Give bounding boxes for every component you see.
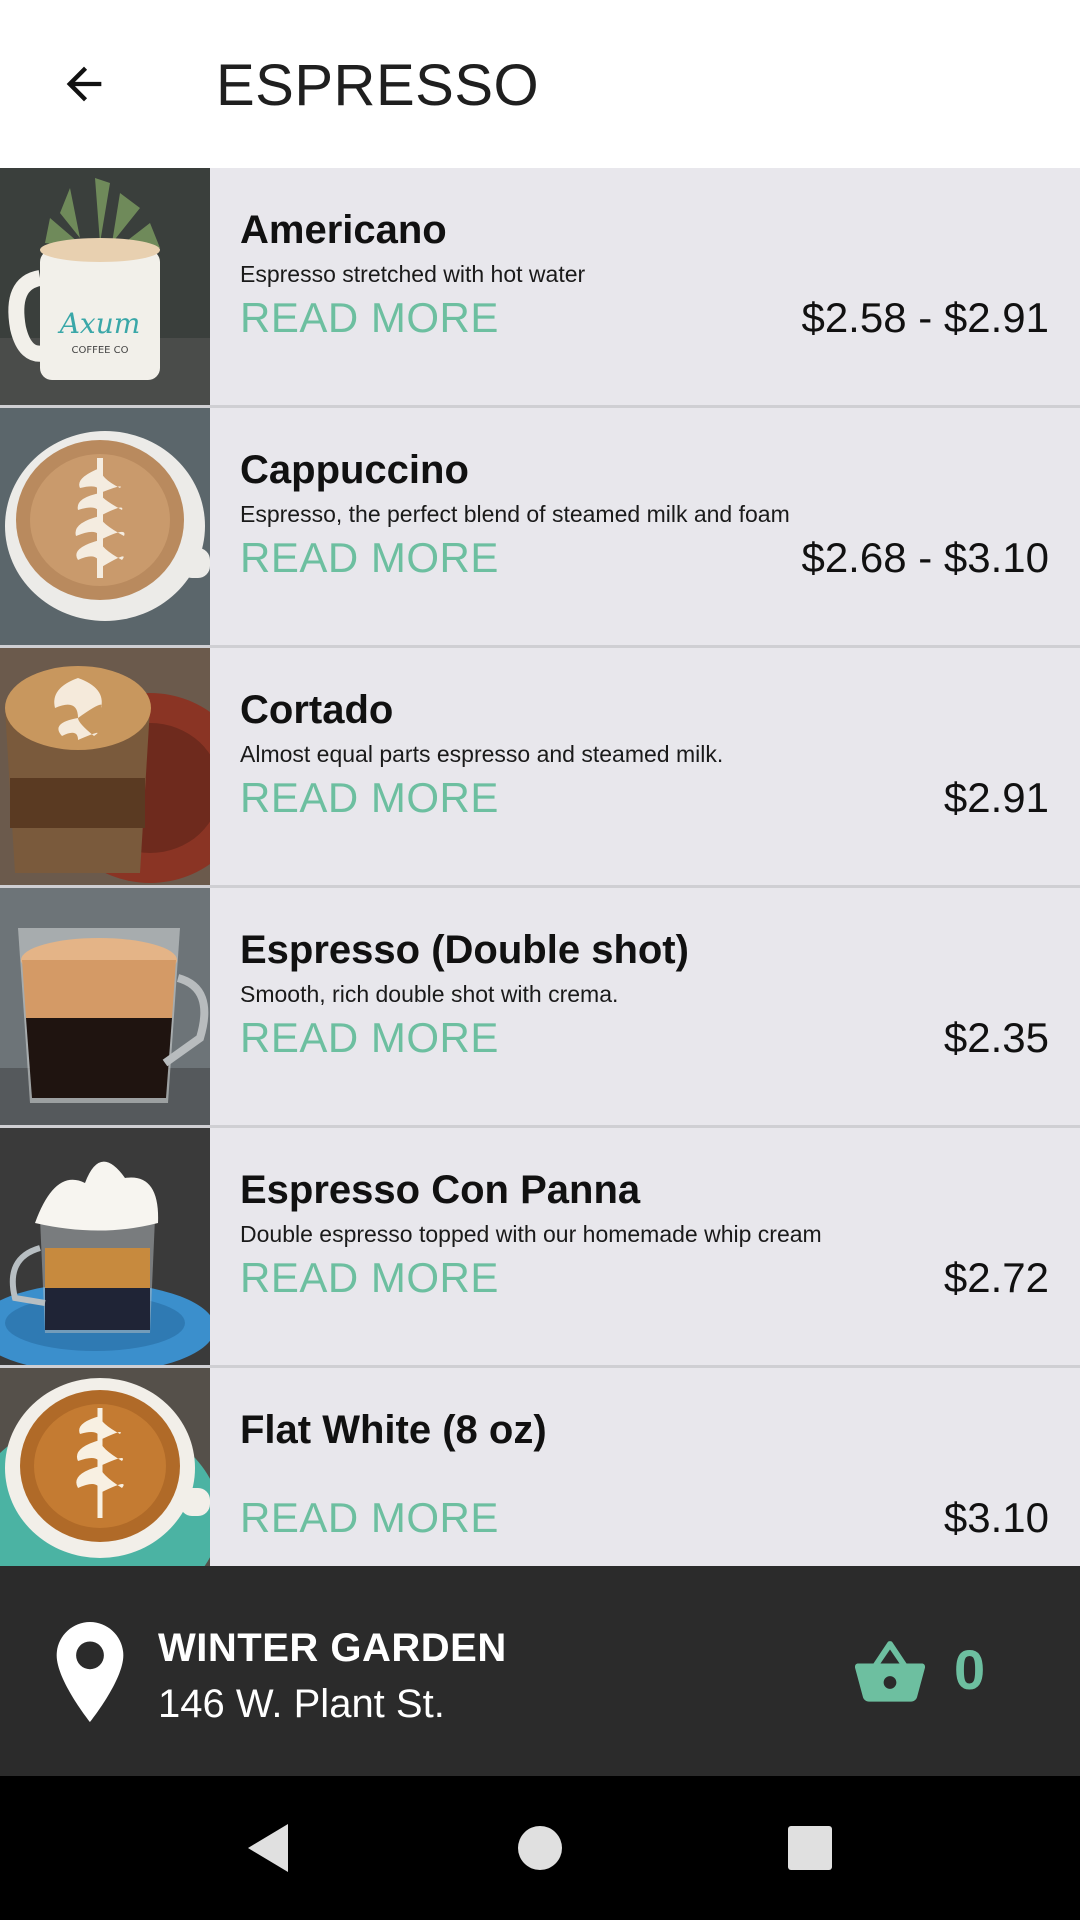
store-name: WINTER GARDEN [158, 1626, 507, 1670]
product-name: Espresso (Double shot) [240, 928, 689, 972]
product-list-item[interactable]: Flat White (8 oz) READ MORE $3.10 [0, 1368, 1080, 1566]
product-description: Espresso, the perfect blend of steamed m… [240, 501, 790, 527]
product-description: Almost equal parts espresso and steamed … [240, 741, 724, 767]
read-more-link[interactable]: READ MORE [240, 772, 499, 824]
read-more-link[interactable]: READ MORE [240, 532, 499, 584]
shopping-basket-icon [855, 1641, 925, 1702]
espresso-glass-photo [0, 888, 210, 1125]
page-title: ESPRESSO [216, 53, 540, 118]
cart-button[interactable]: 0 [850, 1626, 1000, 1722]
nav-back-icon [248, 1824, 288, 1872]
product-description: Double espresso topped with our homemade… [240, 1221, 822, 1247]
product-list-item[interactable]: Cortado Almost equal parts espresso and … [0, 648, 1080, 888]
nav-home-icon [518, 1826, 562, 1870]
store-bar[interactable]: WINTER GARDEN 146 W. Plant St. 0 [0, 1566, 1080, 1776]
flat-white-cup-photo [0, 1368, 210, 1566]
read-more-link[interactable]: READ MORE [240, 1492, 499, 1544]
read-more-link[interactable]: READ MORE [240, 292, 499, 344]
system-nav-bar [0, 1776, 1080, 1920]
nav-recents-button[interactable] [774, 1812, 846, 1884]
product-list-item[interactable]: Espresso (Double shot) Smooth, rich doub… [0, 888, 1080, 1128]
app-root: ESPRESSO Axum COFFEE CO Americano Espres… [0, 0, 1080, 1920]
product-price: $2.35 [943, 1014, 1049, 1061]
product-name: Cortado [240, 688, 394, 732]
location-pin-icon [56, 1622, 124, 1722]
product-name: Flat White (8 oz) [240, 1408, 547, 1452]
americano-mug-photo: Axum COFFEE CO [0, 168, 210, 405]
store-address: 146 W. Plant St. [158, 1682, 445, 1726]
product-list-item[interactable]: Cappuccino Espresso, the perfect blend o… [0, 408, 1080, 648]
product-list-item[interactable]: Espresso Con Panna Double espresso toppe… [0, 1128, 1080, 1368]
product-description: Smooth, rich double shot with crema. [240, 981, 619, 1007]
product-price: $3.10 [943, 1494, 1049, 1541]
product-price: $2.91 [943, 774, 1049, 821]
product-description: Espresso stretched with hot water [240, 261, 586, 287]
product-list-item[interactable]: Axum COFFEE CO Americano Espresso stretc… [0, 168, 1080, 408]
cart-count: 0 [954, 1638, 986, 1701]
product-name: Cappuccino [240, 448, 469, 492]
arrow-left-icon [66, 66, 102, 102]
cappuccino-cup-photo [0, 408, 210, 645]
cortado-glass-photo [0, 648, 210, 885]
product-name: Espresso Con Panna [240, 1168, 641, 1212]
product-price: $2.68 - $3.10 [801, 534, 1049, 581]
top-app-bar: ESPRESSO [0, 0, 1080, 168]
product-price: $2.72 [943, 1254, 1049, 1301]
con-panna-glass-photo [0, 1128, 210, 1365]
product-list[interactable]: Axum COFFEE CO Americano Espresso stretc… [0, 168, 1080, 1566]
product-name: Americano [240, 208, 447, 252]
back-button[interactable] [44, 44, 124, 124]
svg-text:Axum: Axum [57, 307, 141, 340]
product-price: $2.58 - $2.91 [801, 294, 1049, 341]
nav-recents-icon [788, 1826, 832, 1870]
read-more-link[interactable]: READ MORE [240, 1012, 499, 1064]
nav-home-button[interactable] [504, 1812, 576, 1884]
svg-text:COFFEE CO: COFFEE CO [71, 345, 128, 356]
nav-back-button[interactable] [232, 1812, 304, 1884]
read-more-link[interactable]: READ MORE [240, 1252, 499, 1304]
